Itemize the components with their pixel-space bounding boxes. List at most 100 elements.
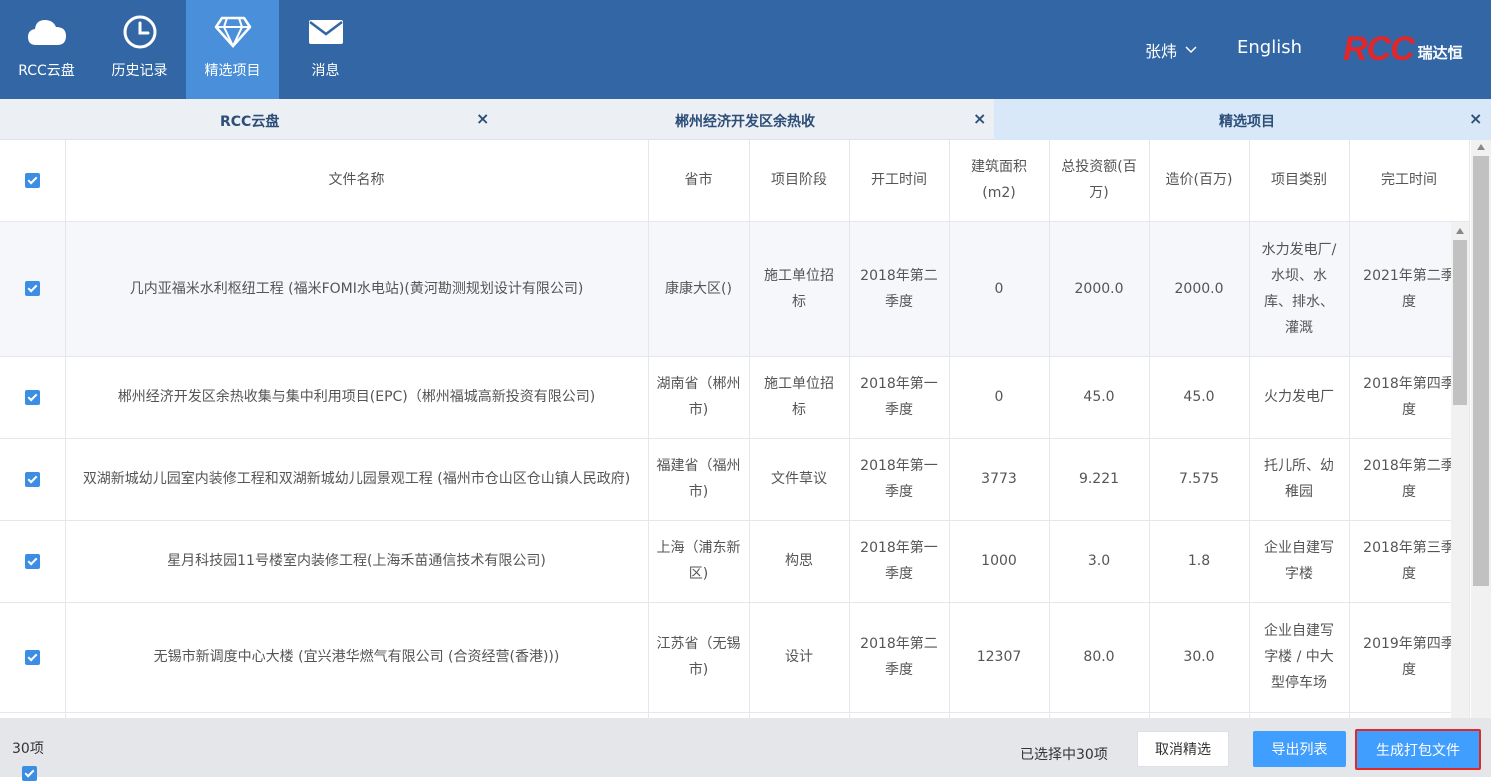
user-menu[interactable]: 张炜 <box>1145 38 1197 62</box>
row-checkbox[interactable] <box>24 389 40 405</box>
generate-package-button[interactable]: 生成打包文件 <box>1355 729 1481 770</box>
chevron-down-icon <box>1185 46 1197 54</box>
nav-item-history[interactable]: 历史记录 <box>93 0 186 99</box>
mail-icon <box>279 14 372 50</box>
table-header-row: 文件名称 省市 项目阶段 开工时间 建筑面积(m2) 总投资额(百万) 造价(百… <box>0 140 1470 222</box>
column-header[interactable]: 文件名称 <box>65 140 649 222</box>
row-checkbox[interactable] <box>24 553 40 569</box>
region-cell: 康康大区() <box>648 221 750 357</box>
table-body-scrollbar[interactable] <box>1451 222 1469 718</box>
language-switch[interactable]: English <box>1237 37 1302 58</box>
stage-cell: 施工单位招标 <box>749 356 850 439</box>
column-header[interactable]: 项目阶段 <box>749 140 850 222</box>
category-cell: 企业自建写字楼 <box>1249 520 1350 603</box>
top-navigation-bar: RCC云盘 历史记录 精选项目 消息 张炜 English RCC 瑞达恒 <box>0 0 1491 99</box>
region-cell: 福建省（福州市) <box>648 438 750 521</box>
select-all-checkbox[interactable] <box>24 172 40 188</box>
invest-cell: 2000.0 <box>1049 221 1150 357</box>
scrollbar-thumb[interactable] <box>1453 240 1467 405</box>
footer-select-all-checkbox[interactable] <box>22 766 37 781</box>
row-select-cell <box>0 438 66 521</box>
region-cell: 江苏省（无锡市) <box>648 602 750 713</box>
rcc-logo: RCC 瑞达恒 <box>1343 30 1463 66</box>
row-checkbox[interactable] <box>24 649 40 665</box>
column-header[interactable]: 造价(百万) <box>1149 140 1250 222</box>
logo-text: RCC <box>1343 30 1415 68</box>
table-row[interactable]: 双湖新城幼儿园室内装修工程和双湖新城幼儿园景观工程 (福州市仓山区仓山镇人民政府… <box>0 438 1470 521</box>
clock-icon <box>93 14 186 50</box>
close-icon[interactable]: × <box>1469 109 1482 128</box>
nav-label: 精选项目 <box>204 63 261 79</box>
column-header[interactable]: 完工时间 <box>1349 140 1470 222</box>
area-cell: 12307 <box>949 602 1050 713</box>
stage-cell: 设计 <box>749 602 850 713</box>
file-name-cell[interactable]: 星月科技园11号楼室内装修工程(上海禾苗通信技术有限公司) <box>65 520 649 603</box>
nav-item-messages[interactable]: 消息 <box>279 0 372 99</box>
table-row[interactable]: 几内亚福米水利枢纽工程 (福米FOMI水电站)(黄河勘测规划设计有限公司) 康康… <box>0 221 1470 357</box>
invest-cell: 80.0 <box>1049 602 1150 713</box>
tab-label: 郴州经济开发区余热收 <box>675 114 815 130</box>
area-cell: 3773 <box>949 438 1050 521</box>
page-scrollbar[interactable] <box>1471 140 1491 718</box>
scrollbar-thumb[interactable] <box>1473 156 1489 586</box>
nav-label: RCC云盘 <box>18 63 75 79</box>
export-list-button[interactable]: 导出列表 <box>1253 731 1346 767</box>
cost-cell: 30.0 <box>1149 602 1250 713</box>
column-header[interactable]: 省市 <box>648 140 750 222</box>
cost-cell: 45.0 <box>1149 356 1250 439</box>
close-icon[interactable]: × <box>476 109 489 128</box>
tab-project-detail[interactable]: 郴州经济开发区余热收 × <box>497 99 994 140</box>
category-cell: 水力发电厂/水坝、水库、排水、灌溉 <box>1249 221 1350 357</box>
file-name-cell[interactable]: 无锡市新调度中心大楼 (宜兴港华燃气有限公司 (合资经营(香港))) <box>65 602 649 713</box>
row-checkbox[interactable] <box>24 281 40 296</box>
region-cell: 湖南省（郴州市) <box>648 356 750 439</box>
start-cell: 2018年第二季度 <box>849 602 950 713</box>
nav-item-rcc-cloud[interactable]: RCC云盘 <box>0 0 93 99</box>
cost-cell: 1.8 <box>1149 520 1250 603</box>
user-name: 张炜 <box>1145 42 1178 61</box>
row-select-cell <box>0 356 66 439</box>
cloud-icon <box>0 14 93 50</box>
cost-cell: 7.575 <box>1149 438 1250 521</box>
tab-rcc-cloud[interactable]: RCC云盘 × <box>0 99 497 140</box>
projects-table-container: 文件名称 省市 项目阶段 开工时间 建筑面积(m2) 总投资额(百万) 造价(百… <box>0 140 1491 718</box>
start-cell: 2018年第一季度 <box>849 438 950 521</box>
close-icon[interactable]: × <box>973 109 986 128</box>
scroll-up-arrow-icon[interactable] <box>1456 228 1464 234</box>
row-select-cell <box>0 602 66 713</box>
category-cell: 企业自建写字楼 / 中大型停车场 <box>1249 602 1350 713</box>
row-select-cell <box>0 221 66 357</box>
region-cell: 上海（浦东新区) <box>648 520 750 603</box>
category-cell: 火力发电厂 <box>1249 356 1350 439</box>
column-header[interactable]: 开工时间 <box>849 140 950 222</box>
tab-featured-projects[interactable]: 精选项目 × <box>994 99 1491 140</box>
row-select-cell <box>0 520 66 603</box>
column-header[interactable]: 建筑面积(m2) <box>949 140 1050 222</box>
column-header[interactable]: 总投资额(百万) <box>1049 140 1150 222</box>
tab-bar: RCC云盘 × 郴州经济开发区余热收 × 精选项目 × <box>0 99 1491 140</box>
table-row[interactable]: 无锡市新调度中心大楼 (宜兴港华燃气有限公司 (合资经营(香港))) 江苏省（无… <box>0 602 1470 713</box>
file-name-cell[interactable]: 双湖新城幼儿园室内装修工程和双湖新城幼儿园景观工程 (福州市仓山区仓山镇人民政府… <box>65 438 649 521</box>
cancel-featured-button[interactable]: 取消精选 <box>1137 731 1229 767</box>
table-row[interactable]: 星月科技园11号楼室内装修工程(上海禾苗通信技术有限公司) 上海（浦东新区) 构… <box>0 520 1470 603</box>
nav-label: 消息 <box>311 63 340 79</box>
table-row[interactable]: 郴州经济开发区余热收集与集中利用项目(EPC)（郴州福城高新投资有限公司) 湖南… <box>0 356 1470 439</box>
start-cell: 2018年第一季度 <box>849 520 950 603</box>
category-cell: 托儿所、幼稚园 <box>1249 438 1350 521</box>
projects-table: 文件名称 省市 项目阶段 开工时间 建筑面积(m2) 总投资额(百万) 造价(百… <box>0 140 1470 718</box>
file-name-cell[interactable]: 郴州经济开发区余热收集与集中利用项目(EPC)（郴州福城高新投资有限公司) <box>65 356 649 439</box>
start-cell: 2018年第二季度 <box>849 221 950 357</box>
row-checkbox[interactable] <box>24 471 40 487</box>
stage-cell: 构思 <box>749 520 850 603</box>
file-name-cell[interactable]: 几内亚福米水利枢纽工程 (福米FOMI水电站)(黄河勘测规划设计有限公司) <box>65 221 649 357</box>
invest-cell: 45.0 <box>1049 356 1150 439</box>
tab-label: RCC云盘 <box>220 114 280 130</box>
nav-item-featured-projects[interactable]: 精选项目 <box>186 0 279 99</box>
logo-cn-text: 瑞达恒 <box>1417 44 1463 62</box>
invest-cell: 9.221 <box>1049 438 1150 521</box>
tab-label: 精选项目 <box>1219 114 1275 130</box>
column-header[interactable]: 项目类别 <box>1249 140 1350 222</box>
scroll-up-arrow-icon[interactable] <box>1477 144 1485 150</box>
footer-bar: 30项 已选择中30项 取消精选 导出列表 生成打包文件 <box>0 718 1491 781</box>
invest-cell: 3.0 <box>1049 520 1150 603</box>
